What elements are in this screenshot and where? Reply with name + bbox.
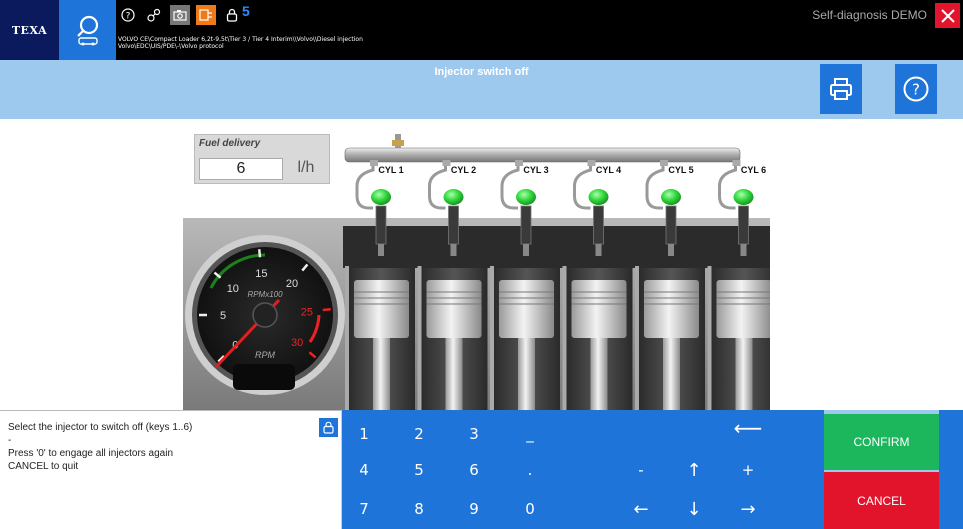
help-icon[interactable]: ? — [118, 5, 138, 25]
message-text: Select the injector to switch off (keys … — [8, 421, 192, 473]
tachometer: 051015202530 RPMx100 RPM — [185, 235, 345, 395]
printer-icon — [830, 78, 852, 100]
tach-unit-label: RPM — [255, 350, 276, 360]
injector-indicator-icon[interactable] — [371, 189, 391, 205]
close-button[interactable] — [935, 3, 960, 28]
cylinder-label: CYL 5 — [668, 165, 693, 175]
key-right[interactable]: → — [722, 491, 774, 527]
header-band: Injector switch off ? — [0, 60, 963, 119]
cylinder-6: CYL 6 — [710, 160, 770, 410]
top-bar: TEXA ? 5 VOLVO CE\Compact Loader 6,2t-9,… — [0, 0, 963, 60]
key-4[interactable]: 4 — [338, 452, 390, 488]
help-circle-icon: ? — [903, 76, 929, 102]
tach-tick-label: 5 — [220, 310, 226, 322]
engine-diagram: CYL 1CYL 2CYL 3CYL 4CYL 5CYL 6 051015202… — [183, 134, 770, 410]
tach-tick-label: 20 — [286, 278, 298, 290]
cylinder-label: CYL 1 — [378, 165, 403, 175]
key-down[interactable]: ↓ — [668, 491, 720, 527]
key-dot[interactable]: . — [504, 452, 556, 488]
print-button[interactable] — [820, 64, 862, 114]
injector-indicator-icon[interactable] — [661, 189, 681, 205]
cylinder-1: CYL 1 — [348, 160, 415, 410]
key-plus[interactable]: + — [722, 452, 774, 488]
cylinder-label: CYL 3 — [523, 165, 548, 175]
main-area: Fuel delivery 6 l/h CYL 1 CYL 2 CYL 3 CY… — [0, 119, 963, 410]
cylinder-5: CYL 5 — [638, 160, 705, 410]
bottom-panel: Select the injector to switch off (keys … — [0, 410, 963, 529]
key-underscore[interactable]: _ — [504, 416, 556, 452]
vehicle-path-line-1: VOLVO CE\Compact Loader 6,2t-9,5t\Tier 3… — [118, 36, 363, 43]
svg-text:?: ? — [126, 12, 131, 22]
keypad: 1 2 3 _ ⟵ 4 5 6 . - ↑ + 7 8 9 0 ← ↓ → — [342, 410, 824, 529]
injector-indicator-icon[interactable] — [516, 189, 536, 205]
toolbar: ? 5 — [118, 3, 250, 27]
texa-logo: TEXA — [0, 0, 59, 60]
message-panel: Select the injector to switch off (keys … — [0, 410, 342, 529]
vehicle-search-icon — [76, 15, 98, 46]
side-strip — [939, 410, 963, 529]
injector-indicator-icon[interactable] — [443, 189, 464, 205]
injector-indicator-icon[interactable] — [588, 189, 609, 205]
key-1[interactable]: 1 — [338, 416, 390, 452]
key-5[interactable]: 5 — [393, 452, 445, 488]
key-left[interactable]: ← — [615, 491, 667, 527]
help-button[interactable]: ? — [895, 64, 937, 114]
cylinder-2: CYL 2 — [420, 160, 488, 410]
lock-icon — [323, 421, 334, 434]
message-lock-button[interactable] — [319, 418, 338, 437]
message-line-1: Select the injector to switch off (keys … — [8, 422, 193, 433]
confirm-button[interactable]: CONFIRM — [824, 414, 939, 470]
cylinder-3: CYL 3 — [493, 160, 560, 410]
cancel-button[interactable]: CANCEL — [824, 472, 939, 529]
message-line-4: CANCEL to quit — [8, 461, 79, 472]
svg-text:?: ? — [912, 81, 920, 99]
cylinder-label: CYL 6 — [741, 165, 766, 175]
cylinder-label: CYL 2 — [451, 165, 476, 175]
screenshot-icon[interactable] — [170, 5, 190, 25]
close-icon — [940, 8, 955, 23]
tach-tick-label: 25 — [301, 306, 313, 318]
vehicle-path: VOLVO CE\Compact Loader 6,2t-9,5t\Tier 3… — [118, 36, 363, 50]
vehicle-path-line-2: Volvo\EDC\UIS/PDE\-\Volvo protocol — [118, 43, 224, 50]
key-7[interactable]: 7 — [338, 491, 390, 527]
key-9[interactable]: 9 — [448, 491, 500, 527]
key-backspace[interactable]: ⟵ — [722, 410, 774, 446]
key-3[interactable]: 3 — [448, 416, 500, 452]
message-line-2: - — [8, 435, 12, 446]
key-up[interactable]: ↑ — [668, 452, 720, 488]
vehicle-search-button[interactable] — [59, 0, 116, 60]
tach-tick-label: 30 — [291, 337, 303, 349]
cylinder-label: CYL 4 — [596, 165, 621, 175]
settings-icon[interactable] — [144, 5, 164, 25]
message-line-3: Press '0' to engage all injectors again — [8, 448, 174, 459]
key-minus[interactable]: - — [615, 452, 667, 488]
lock-icon[interactable] — [222, 5, 242, 25]
vehicle-connection-icon[interactable] — [196, 5, 216, 25]
tach-tick-label: 15 — [255, 268, 267, 280]
key-8[interactable]: 8 — [393, 491, 445, 527]
key-0[interactable]: 0 — [504, 491, 556, 527]
key-2[interactable]: 2 — [393, 416, 445, 452]
mode-label: Self-diagnosis DEMO — [812, 8, 927, 22]
tach-tick-label: 10 — [227, 283, 239, 295]
lock-count: 5 — [242, 3, 250, 19]
key-6[interactable]: 6 — [448, 452, 500, 488]
tach-scale-label: RPMx100 — [247, 290, 283, 299]
page-title: Injector switch off — [434, 66, 529, 78]
injector-indicator-icon[interactable] — [733, 189, 754, 205]
app-window: TEXA ? 5 VOLVO CE\Compact Loader 6,2t-9,… — [0, 0, 963, 529]
cylinder-4: CYL 4 — [565, 160, 633, 410]
